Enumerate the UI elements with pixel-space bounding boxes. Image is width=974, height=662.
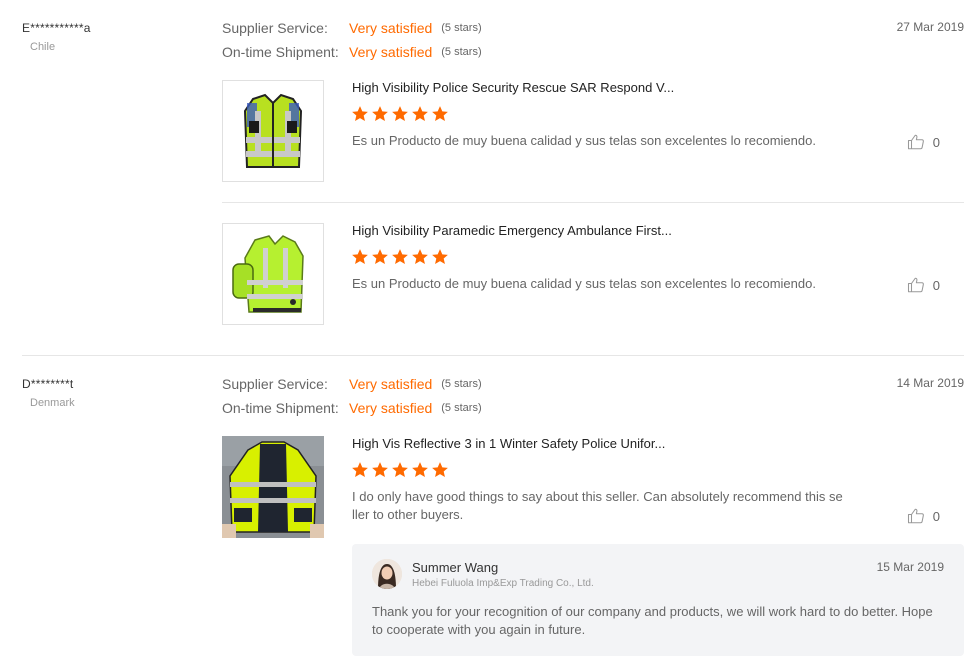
like-count: 0 [932,134,940,150]
product-thumbnail[interactable] [222,436,324,538]
star-icon [412,462,428,478]
reviewer-country: Chile [30,41,56,53]
product-title[interactable]: High Vis Reflective 3 in 1 Winter Safety… [352,436,665,451]
product-review: High Visibility Paramedic Emergency Ambu… [222,223,964,325]
like-button[interactable]: 0 [907,276,940,294]
star-rating [351,105,449,123]
product-title[interactable]: High Visibility Police Security Rescue S… [352,80,674,95]
star-rating [351,248,449,266]
star-icon [432,249,448,265]
review-text: Es un Producto de muy buena calidad y su… [352,133,816,148]
star-icon [392,106,408,122]
product-thumbnail[interactable] [222,223,324,325]
supplier-service-rating: Supplier Service: Very satisfied (5 star… [222,19,482,37]
seller-reply: Summer Wang Hebei Fuluola Imp&Exp Tradin… [352,544,964,656]
rating-value: Very satisfied [349,44,433,60]
star-icon [392,462,408,478]
rating-label: On-time Shipment: [222,44,339,60]
reviewer-name: E***********a [22,21,91,35]
star-icon [392,249,408,265]
product-review: High Vis Reflective 3 in 1 Winter Safety… [222,436,964,538]
rating-value: Very satisfied [349,376,433,392]
review-text: I do only have good things to say about … [352,489,843,522]
star-icon [412,249,428,265]
rating-stars-text: (5 stars) [441,22,482,34]
reply-date: 15 Mar 2019 [876,560,944,574]
on-time-shipment-rating: On-time Shipment: Very satisfied (5 star… [222,399,482,417]
like-button[interactable]: 0 [907,507,940,525]
star-icon [352,462,368,478]
like-count: 0 [932,277,940,293]
on-time-shipment-rating: On-time Shipment: Very satisfied (5 star… [222,43,482,61]
product-review: High Visibility Police Security Rescue S… [222,80,964,182]
review-text: Es un Producto de muy buena calidad y su… [352,276,816,291]
star-icon [372,462,388,478]
reply-text: Thank you for your recognition of our co… [372,604,933,637]
reviewer-country: Denmark [30,397,75,409]
thumbs-up-icon [907,277,924,293]
rating-stars-text: (5 stars) [441,46,482,58]
star-icon [352,249,368,265]
star-icon [432,106,448,122]
reviewer-name: D********t [22,377,74,391]
rating-value: Very satisfied [349,20,433,36]
rating-value: Very satisfied [349,400,433,416]
product-title[interactable]: High Visibility Paramedic Emergency Ambu… [352,223,672,238]
supplier-service-rating: Supplier Service: Very satisfied (5 star… [222,375,482,393]
star-icon [372,249,388,265]
rating-stars-text: (5 stars) [441,378,482,390]
star-rating [351,461,449,479]
rating-label: Supplier Service: [222,20,328,36]
reply-author-name: Summer Wang [412,560,499,575]
thumbs-up-icon [907,134,924,150]
review-date: 27 Mar 2019 [896,20,964,34]
like-button[interactable]: 0 [907,133,940,151]
rating-stars-text: (5 stars) [441,402,482,414]
review-date: 14 Mar 2019 [896,376,964,390]
avatar [372,559,402,589]
review-divider [22,355,964,356]
rating-label: Supplier Service: [222,376,328,392]
reply-company: Hebei Fuluola Imp&Exp Trading Co., Ltd. [412,578,594,589]
star-icon [372,106,388,122]
star-icon [352,106,368,122]
divider [222,202,964,203]
rating-label: On-time Shipment: [222,400,339,416]
like-count: 0 [932,508,940,524]
star-icon [432,462,448,478]
product-thumbnail[interactable] [222,80,324,182]
thumbs-up-icon [907,508,924,524]
star-icon [412,106,428,122]
